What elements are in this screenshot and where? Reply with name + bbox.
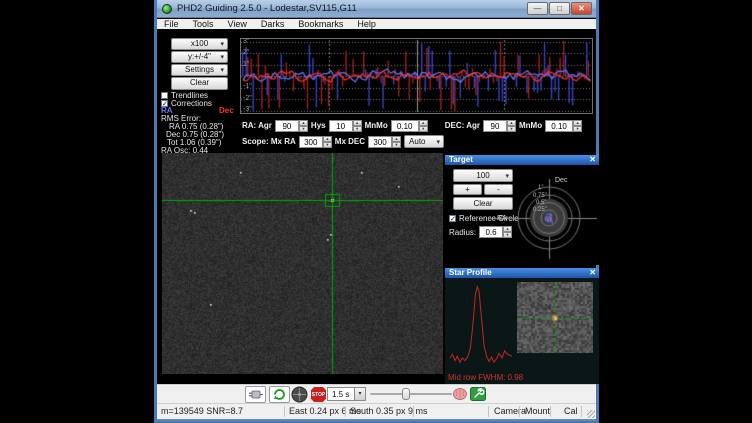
dec-mnmo-stepper[interactable]: 0.10▲▼ — [545, 120, 582, 132]
stop-button[interactable]: STOP — [310, 386, 328, 403]
connect-equipment-button[interactable] — [245, 386, 266, 403]
star-mass-snr: m=139549 SNR=8.7 — [161, 406, 243, 416]
fwhm-readout: Mid row FWHM: 0.98 — [448, 373, 523, 382]
loop-arrows-icon — [270, 387, 289, 402]
trendlines-checkbox[interactable] — [161, 92, 168, 99]
title-bar[interactable]: PHD2 Guiding 2.5.0 - Lodestar,SV115,G11 … — [157, 0, 596, 18]
camera-setup-button[interactable] — [470, 387, 486, 401]
dec-mnmo-label: MnMo — [519, 121, 542, 130]
guide-button[interactable] — [290, 386, 311, 403]
dec-legend: Dec — [219, 106, 234, 115]
ra-mnmo-stepper[interactable]: 0.10▲▼ — [391, 120, 428, 132]
y-axis-label: -1" — [243, 83, 252, 90]
y-axis-label: 1" — [243, 61, 249, 68]
loop-exposures-button[interactable] — [269, 386, 290, 403]
dec-axis-label: Dec — [555, 177, 567, 184]
star-profile-panel-title: Star Profile — [449, 268, 492, 277]
star-profile-close-icon[interactable]: ✕ — [589, 268, 596, 278]
slider-handle[interactable] — [402, 388, 410, 400]
ring-label-1: 1" — [538, 185, 543, 191]
camera-status: Camera — [494, 406, 526, 416]
ra-axis-label: RA — [497, 215, 507, 222]
history-settings-dropdown[interactable]: Settings ▾ — [171, 64, 228, 76]
menu-darks[interactable]: Darks — [254, 19, 292, 30]
y-axis-label: -2" — [243, 95, 252, 102]
mx-dec-stepper[interactable]: 300▲▼ — [368, 136, 401, 148]
target-close-icon[interactable]: ✕ — [589, 155, 596, 165]
history-graph: 3" 2" 1" -1" -2" -3" — [240, 38, 593, 114]
guide-target-icon — [290, 386, 309, 403]
star-profile-panel-header[interactable]: Star Profile ✕ — [445, 268, 599, 278]
chevron-down-icon: ▾ — [220, 66, 224, 76]
maximize-button[interactable]: □ — [549, 2, 570, 15]
ra-agr-stepper[interactable]: 90▲▼ — [275, 120, 308, 132]
target-panel-header[interactable]: Target ✕ — [445, 155, 599, 165]
stretch-slider[interactable] — [370, 393, 452, 395]
menu-bookmarks[interactable]: Bookmarks — [291, 19, 350, 30]
guide-camera-image[interactable] — [162, 153, 443, 374]
ra-mnmo-label: MnMo — [365, 121, 388, 130]
scope-controls-row: Scope: Mx RA 300▲▼ Mx DEC 300▲▼ Auto▾ — [242, 135, 444, 148]
mx-ra-stepper[interactable]: 300▲▼ — [299, 136, 332, 148]
hys-stepper[interactable]: 10▲▼ — [329, 120, 362, 132]
target-bullseye-plot — [445, 165, 599, 265]
main-toolbar: STOP 1.5 s ▾ — [157, 384, 596, 403]
chevron-down-icon: ▾ — [220, 53, 224, 63]
stop-sign-icon: STOP — [310, 386, 327, 403]
target-panel: 100 ▾ + - Clear ✓ Reference Circle Radiu… — [445, 165, 599, 265]
ring-label-075: 0.75" — [533, 193, 547, 199]
y-axis-label: 2" — [243, 49, 249, 56]
mx-dec-label: Mx DEC — [335, 137, 365, 146]
resize-grip[interactable] — [587, 410, 595, 418]
y-axis-label: 3" — [243, 38, 249, 45]
y-axis-label: -3" — [243, 106, 252, 113]
exposure-dropdown[interactable]: 1.5 s ▾ — [327, 387, 366, 401]
history-panel: x100 ▾ y:+/-4" ▾ Settings ▾ Clear Trendl… — [157, 29, 596, 155]
ring-label-05: 0.5" — [536, 200, 546, 206]
close-button[interactable]: ✕ — [571, 2, 592, 15]
history-length-dropdown[interactable]: x100 ▾ — [171, 38, 228, 50]
star-profile-curve — [449, 282, 513, 374]
chevron-down-icon: ▾ — [437, 137, 441, 148]
phd2-app-icon — [162, 4, 172, 14]
chevron-down-icon: ▾ — [354, 388, 365, 400]
menu-tools[interactable]: Tools — [186, 19, 221, 30]
target-panel-title: Target — [449, 155, 473, 164]
window-bottom-border — [157, 419, 596, 423]
scope-mxra-label: Scope: Mx RA — [242, 137, 296, 146]
app-window: PHD2 Guiding 2.5.0 - Lodestar,SV115,G11 … — [154, 0, 599, 423]
ra-dec-controls-row: RA: Agr 90▲▼ Hys 10▲▼ MnMo 0.10▲▼ DEC: A… — [242, 119, 582, 132]
chevron-down-icon: ▾ — [220, 40, 224, 50]
window-title: PHD2 Guiding 2.5.0 - Lodestar,SV115,G11 — [177, 3, 357, 14]
dec-agr-stepper[interactable]: 90▲▼ — [483, 120, 516, 132]
camera-wrench-icon — [470, 387, 486, 401]
dec-move-status: South 0.35 px 9 ms — [350, 406, 428, 416]
minimize-button[interactable]: — — [527, 2, 548, 15]
history-yscale-dropdown[interactable]: y:+/-4" ▾ — [171, 51, 228, 63]
menu-file[interactable]: File — [157, 19, 186, 30]
ring-label-025: 0.25" — [533, 207, 547, 213]
status-bar: m=139549 SNR=8.7 East 0.24 px 6 ms South… — [157, 403, 596, 419]
history-clear-button[interactable]: Clear — [171, 77, 228, 90]
menu-help[interactable]: Help — [350, 19, 383, 30]
star-zoom-image — [517, 282, 593, 353]
brain-icon — [452, 387, 468, 401]
brain-settings-button[interactable] — [452, 387, 468, 401]
hys-label: Hys — [311, 121, 326, 130]
menu-view[interactable]: View — [221, 19, 254, 30]
cal-status: Cal — [564, 406, 578, 416]
usb-plug-icon — [246, 387, 265, 402]
dec-mode-dropdown[interactable]: Auto▾ — [404, 135, 444, 148]
mount-status: Mount — [525, 406, 550, 416]
star-profile-panel: Mid row FWHM: 0.98 — [445, 278, 599, 384]
ra-agr-label: RA: Agr — [242, 121, 272, 130]
dec-agr-label: DEC: Agr — [445, 121, 480, 130]
history-graph-canvas — [241, 39, 592, 113]
